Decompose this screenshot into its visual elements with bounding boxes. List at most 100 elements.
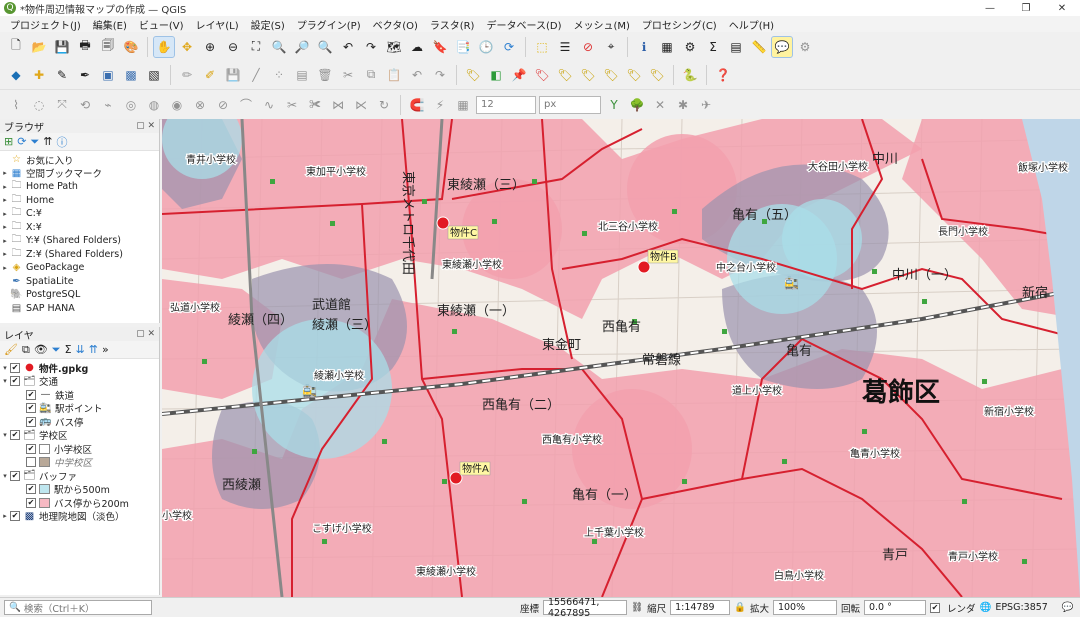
property-c-label[interactable]: 物件C — [450, 226, 477, 239]
new-spatialite-icon[interactable]: ▣ — [98, 65, 118, 85]
add-group-icon[interactable]: ⧉ — [22, 343, 30, 357]
layer-visibility-checkbox[interactable]: ✔ — [26, 497, 36, 508]
refresh-icon[interactable]: ⟳ — [17, 135, 26, 148]
select-features-icon[interactable]: ⬚ — [532, 37, 552, 57]
simplify-feature-icon[interactable]: ⌁ — [98, 95, 118, 115]
browser-item[interactable]: ▸ 🗀 Y:¥ (Shared Folders) — [0, 234, 159, 248]
expander-icon[interactable]: ▾ — [0, 364, 10, 372]
property-a-label[interactable]: 物件A — [462, 462, 489, 475]
zoom-layer-icon[interactable]: 🔎 — [292, 37, 312, 57]
school-label[interactable]: 小学校 — [162, 508, 193, 524]
open-project-icon[interactable]: 📂 — [29, 37, 49, 57]
vertex-tool-icon[interactable]: ⁘ — [269, 65, 289, 85]
expander-icon[interactable]: ▾ — [0, 431, 10, 439]
attribute-table-icon[interactable]: ▦ — [657, 37, 677, 57]
layer-visibility-checkbox[interactable]: ✔ — [26, 416, 36, 427]
move-feature-icon[interactable]: ⤧ — [52, 95, 72, 115]
locator-settings-icon[interactable]: ⚙ — [795, 37, 815, 57]
property-c-marker[interactable] — [436, 216, 450, 230]
merge-features-icon[interactable]: ⋈ — [328, 95, 348, 115]
zoom-selection-icon[interactable]: 🔍 — [269, 37, 289, 57]
browser-item[interactable]: ▸ 🗀 X:¥ — [0, 221, 159, 235]
refresh-icon[interactable]: ⟳ — [499, 37, 519, 57]
save-project-icon[interactable]: 💾 — [52, 37, 72, 57]
school-label[interactable]: 新宿小学校 — [983, 404, 1036, 420]
zoom-next-icon[interactable]: ↷ — [361, 37, 381, 57]
temporal-controller-icon[interactable]: 🕒 — [476, 37, 496, 57]
expander-icon[interactable]: ▾ — [0, 377, 10, 385]
maximize-button[interactable]: ❐ — [1008, 0, 1044, 16]
new-shapefile-icon[interactable]: ✒ — [75, 65, 95, 85]
browser-item[interactable]: ▤ SAP HANA — [0, 302, 159, 316]
school-label[interactable]: 綾瀬小学校 — [313, 368, 366, 384]
school-label[interactable]: 長門小学校 — [937, 224, 990, 240]
school-label[interactable]: 北三谷小学校 — [597, 219, 660, 235]
merge-attributes-icon[interactable]: ⋉ — [351, 95, 371, 115]
layer-item[interactable]: ✔ 小学校区 — [0, 442, 159, 456]
change-label-icon[interactable]: 🏷 — [601, 65, 621, 85]
toggle-extents-icon[interactable]: ⛓ — [631, 602, 643, 613]
paste-features-icon[interactable]: 📋 — [384, 65, 404, 85]
pan-map-icon[interactable]: ✋ — [153, 35, 175, 58]
layer-diagram-icon[interactable]: ◧ — [486, 65, 506, 85]
expand-all-icon[interactable]: ⇊ — [76, 343, 85, 356]
processing-toolbox-icon[interactable]: ⚙ — [680, 37, 700, 57]
fill-ring-icon[interactable]: ◉ — [167, 95, 187, 115]
layer-item[interactable]: ▾ ✔ 🗂 学校区 — [0, 429, 159, 443]
zoom-last-icon[interactable]: ↶ — [338, 37, 358, 57]
rotate-point-symbols-icon[interactable]: ↻ — [374, 95, 394, 115]
new-print-layout-icon[interactable]: 🖶 — [75, 37, 95, 57]
open-field-calculator-icon[interactable]: ▤ — [726, 37, 746, 57]
layer-visibility-checkbox[interactable]: ✔ — [26, 403, 36, 414]
expander-icon[interactable]: ▸ — [0, 237, 10, 245]
layer-item[interactable]: ✔ 駅から500m — [0, 483, 159, 496]
layer-visibility-checkbox[interactable]: ✔ — [10, 362, 20, 373]
undo-icon[interactable]: ↶ — [407, 65, 427, 85]
properties-icon[interactable]: ⓘ — [56, 134, 67, 150]
scale-field[interactable]: 1:14789 — [670, 600, 731, 615]
add-line-icon[interactable]: ╱ — [246, 65, 266, 85]
menu-layer[interactable]: レイヤ(L) — [190, 17, 245, 32]
avoid-overlap-icon[interactable]: 🌳 — [627, 95, 647, 115]
browser-item[interactable]: ▸ 🗀 Home Path — [0, 180, 159, 194]
python-console-icon[interactable]: 🐍 — [680, 65, 700, 85]
redo-icon[interactable]: ↷ — [430, 65, 450, 85]
menu-view[interactable]: ビュー(V) — [133, 17, 190, 32]
layer-visibility-checkbox[interactable]: ✔ — [26, 389, 36, 400]
school-label[interactable]: 東綾瀬小学校 — [441, 257, 504, 273]
expander-icon[interactable]: ▸ — [0, 250, 10, 258]
snapping-unit-select[interactable]: px — [539, 95, 601, 114]
snapping-layers-icon[interactable]: ⚡ — [430, 95, 450, 115]
render-checkbox[interactable]: ✔ — [929, 602, 940, 613]
school-label[interactable]: 飯塚小学校 — [1017, 160, 1070, 176]
close-button[interactable]: ✕ — [1044, 0, 1080, 16]
layer-item[interactable]: ▾ ✔ 🗂 交通 — [0, 375, 159, 389]
school-label[interactable]: 中之台小学校 — [715, 260, 778, 276]
split-features-icon[interactable]: ✂ — [282, 95, 302, 115]
browser-item[interactable]: ▸ 🗀 C:¥ — [0, 207, 159, 221]
menu-raster[interactable]: ラスタ(R) — [424, 17, 481, 32]
offset-curve-icon[interactable]: ∿ — [259, 95, 279, 115]
label-toolbar-icon[interactable]: 🏷 — [624, 65, 644, 85]
snapping-mode-icon[interactable]: ▦ — [453, 95, 473, 115]
menu-help[interactable]: ヘルプ(H) — [723, 17, 780, 32]
layer-item[interactable]: ▾ ✔ 🗂 バッファ — [0, 469, 159, 483]
menu-edit[interactable]: 編集(E) — [87, 17, 133, 32]
show-bookmarks-icon[interactable]: 📑 — [453, 37, 473, 57]
school-label[interactable]: 西亀有小学校 — [541, 432, 604, 448]
station-kameari-icon[interactable]: 🚉 — [784, 276, 799, 290]
layer-item[interactable]: ▸ ✔ ▩ 地理院地図（淡色） — [0, 510, 159, 524]
save-edits-icon[interactable]: 💾 — [223, 65, 243, 85]
measure-line-icon[interactable]: 📏 — [749, 37, 769, 57]
crs-button[interactable]: EPSG:3857 — [995, 602, 1048, 613]
tracing-icon[interactable]: ✈ — [696, 95, 716, 115]
school-label[interactable]: 弘道小学校 — [169, 300, 222, 316]
pan-to-selection-icon[interactable]: ✥ — [177, 37, 197, 57]
zoom-out-icon[interactable]: ⊖ — [223, 37, 243, 57]
school-label[interactable]: 東綾瀬小学校 — [415, 564, 478, 580]
school-label[interactable]: 上千葉小学校 — [583, 525, 646, 541]
school-label[interactable]: 青戸小学校 — [947, 549, 1000, 565]
menu-database[interactable]: データベース(D) — [480, 17, 567, 32]
school-label[interactable]: 道上小学校 — [731, 383, 784, 399]
snapping-icon[interactable]: 🧲 — [407, 95, 427, 115]
